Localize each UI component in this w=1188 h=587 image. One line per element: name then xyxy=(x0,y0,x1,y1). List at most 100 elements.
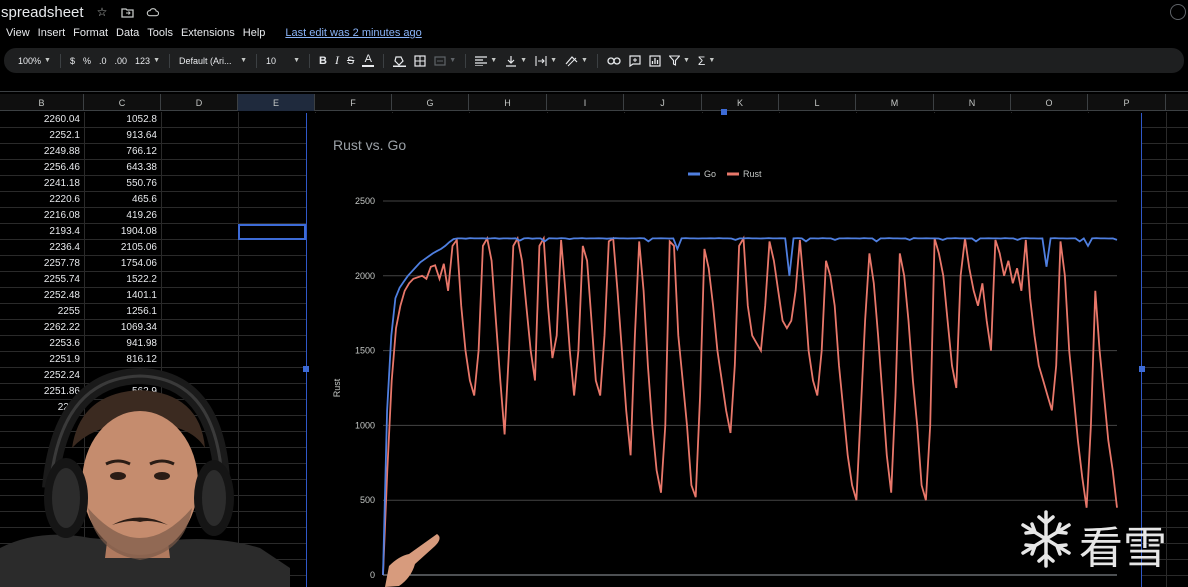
menu-view[interactable]: View xyxy=(6,27,30,39)
cell-b[interactable]: 2241.18 xyxy=(0,176,84,192)
resize-handle-left[interactable] xyxy=(303,366,309,372)
cell-c[interactable]: 643.38 xyxy=(84,160,161,176)
cell-b[interactable]: 2257.78 xyxy=(0,256,84,272)
cell-c[interactable]: 1904.08 xyxy=(84,224,161,240)
decrease-decimal-button[interactable]: .0 xyxy=(95,52,111,70)
cell-c[interactable]: 913.64 xyxy=(84,128,161,144)
strikethrough-button[interactable]: S xyxy=(343,52,358,70)
merge-cells-icon[interactable]: ▼ xyxy=(430,52,460,70)
column-header-k[interactable]: K xyxy=(702,94,779,111)
cell-c[interactable]: 1256.1 xyxy=(84,304,161,320)
column-header-o[interactable]: O xyxy=(1011,94,1088,111)
vertical-align-icon[interactable]: ▼ xyxy=(501,52,531,70)
cell-b[interactable]: 2260.04 xyxy=(0,112,84,128)
cell-c[interactable]: 1401.1 xyxy=(84,288,161,304)
chart-title[interactable]: Rust vs. Go xyxy=(333,137,406,153)
cell-b[interactable]: 2255.74 xyxy=(0,272,84,288)
currency-button[interactable]: $ xyxy=(66,52,79,70)
column-header-l[interactable]: L xyxy=(779,94,856,111)
menu-help[interactable]: Help xyxy=(243,27,266,39)
menu-data[interactable]: Data xyxy=(116,27,139,39)
cell-c[interactable]: 941.98 xyxy=(84,336,161,352)
cell-b[interactable]: 2262.22 xyxy=(0,320,84,336)
cell-b[interactable]: 2252.48 xyxy=(0,288,84,304)
cell-c[interactable]: 816.12 xyxy=(84,352,161,368)
italic-button[interactable]: I xyxy=(331,52,343,70)
cell-c[interactable]: 1522.2 xyxy=(84,272,161,288)
cell-b[interactable]: 2251.9 xyxy=(0,352,84,368)
selected-cell[interactable] xyxy=(238,224,306,240)
font-size-select[interactable]: 10 ▼ xyxy=(262,52,304,70)
resize-handle-top[interactable] xyxy=(721,109,727,115)
toolbar-divider xyxy=(256,53,257,68)
cell-c[interactable]: 550.76 xyxy=(84,176,161,192)
cell-c[interactable]: 1069.34 xyxy=(84,320,161,336)
menu-tools[interactable]: Tools xyxy=(147,27,173,39)
more-formats-button[interactable]: 123 ▼ xyxy=(131,52,164,70)
webcam-overlay xyxy=(0,367,440,587)
column-header-m[interactable]: M xyxy=(856,94,934,111)
column-header-f[interactable]: F xyxy=(315,94,392,111)
cell-b[interactable]: 2249.88 xyxy=(0,144,84,160)
cell-c[interactable]: 766.12 xyxy=(84,144,161,160)
column-header-d[interactable]: D xyxy=(161,94,238,111)
increase-decimal-button[interactable]: .00 xyxy=(111,52,132,70)
cell-c[interactable]: 419.26 xyxy=(84,208,161,224)
cell-b[interactable]: 2256.46 xyxy=(0,160,84,176)
filter-icon[interactable]: ▼ xyxy=(665,52,694,70)
cell-b[interactable]: 2236.4 xyxy=(0,240,84,256)
folder-move-icon[interactable] xyxy=(120,6,134,19)
text-color-swatch xyxy=(362,65,375,67)
last-edit-link[interactable]: Last edit was 2 minutes ago xyxy=(285,27,421,39)
menu-insert[interactable]: Insert xyxy=(38,27,66,39)
cell-c[interactable]: 1052.8 xyxy=(84,112,161,128)
chevron-down-icon: ▼ xyxy=(490,57,498,64)
chevron-down-icon: ▼ xyxy=(520,57,528,64)
text-rotation-icon[interactable]: ▼ xyxy=(561,52,592,70)
text-wrap-icon[interactable]: ▼ xyxy=(531,52,561,70)
functions-button[interactable]: Σ ▼ xyxy=(694,52,719,70)
column-header-b[interactable]: B xyxy=(0,94,84,111)
column-header-j[interactable]: J xyxy=(624,94,702,111)
cell-c[interactable]: 465.6 xyxy=(84,192,161,208)
toolbar-divider xyxy=(596,53,598,68)
formula-bar[interactable] xyxy=(0,76,1188,92)
column-header-g[interactable]: G xyxy=(392,94,469,111)
chevron-down-icon: ▼ xyxy=(293,57,300,64)
menu-format[interactable]: Format xyxy=(73,27,108,39)
account-avatar[interactable] xyxy=(1170,4,1186,20)
horizontal-align-icon[interactable]: ▼ xyxy=(471,52,501,70)
cell-b[interactable]: 2252.1 xyxy=(0,128,84,144)
cell-b[interactable]: 2220.6 xyxy=(0,192,84,208)
column-header-h[interactable]: H xyxy=(469,94,547,111)
cell-c[interactable]: 2105.06 xyxy=(84,240,161,256)
zoom-select[interactable]: 100% ▼ xyxy=(14,52,55,70)
cell-c[interactable]: 1754.06 xyxy=(84,256,161,272)
document-title[interactable]: spreadsheet xyxy=(1,4,84,21)
column-header-p[interactable]: P xyxy=(1088,94,1166,111)
borders-icon[interactable] xyxy=(410,52,430,70)
y-tick-label: 0 xyxy=(370,570,375,580)
text-color-button[interactable]: A xyxy=(358,52,378,70)
resize-handle-right[interactable] xyxy=(1139,366,1145,372)
cell-b[interactable]: 2193.4 xyxy=(0,224,84,240)
column-header-i[interactable]: I xyxy=(547,94,624,111)
insert-chart-icon[interactable] xyxy=(645,52,665,70)
y-tick-label: 2500 xyxy=(355,196,375,206)
star-icon[interactable]: ☆ xyxy=(96,5,109,19)
bold-button[interactable]: B xyxy=(315,52,331,70)
cell-b[interactable]: 2216.08 xyxy=(0,208,84,224)
column-header-c[interactable]: C xyxy=(84,94,161,111)
insert-link-icon[interactable] xyxy=(603,52,625,70)
menu-extensions[interactable]: Extensions xyxy=(181,27,235,39)
percent-button[interactable]: % xyxy=(79,52,95,70)
cell-b[interactable]: 2255 xyxy=(0,304,84,320)
column-header-n[interactable]: N xyxy=(934,94,1011,111)
cell-b[interactable]: 2253.6 xyxy=(0,336,84,352)
column-header-e[interactable]: E xyxy=(238,94,315,111)
cloud-status-icon[interactable] xyxy=(146,6,159,19)
font-family-select[interactable]: Default (Ari... ▼ xyxy=(175,52,251,70)
font-size-value: 10 xyxy=(266,55,277,66)
insert-comment-icon[interactable] xyxy=(625,52,645,70)
fill-color-icon[interactable] xyxy=(389,52,410,70)
